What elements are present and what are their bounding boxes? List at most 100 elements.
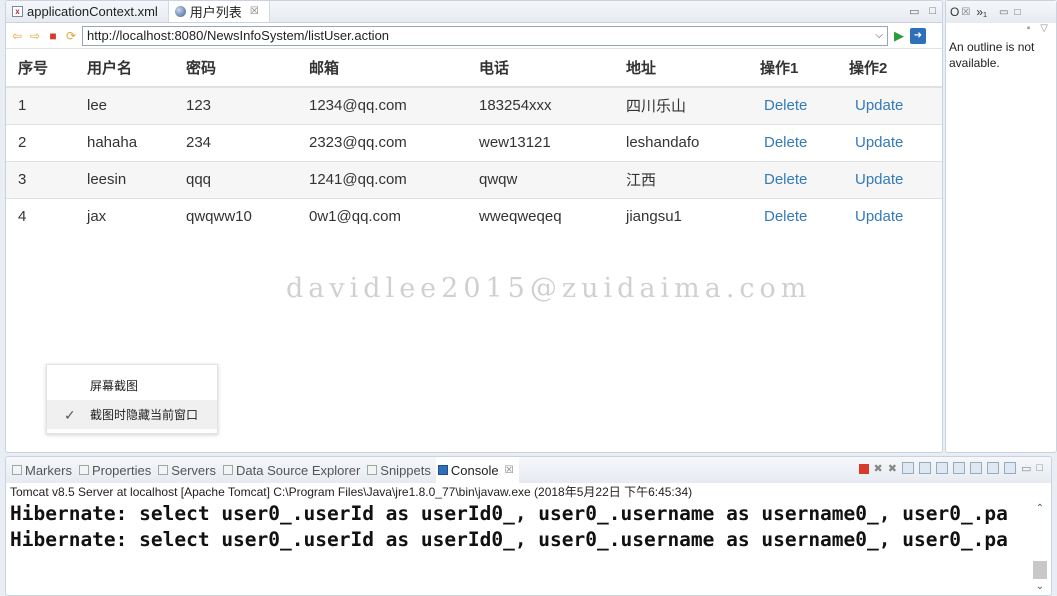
header-op1: 操作1 [748,49,837,88]
cell-username: lee [75,86,174,124]
external-browser-icon[interactable]: ➜ [910,27,926,44]
close-icon[interactable]: ☒ [250,6,259,17]
minimize-icon[interactable]: ▭ [909,5,919,18]
globe-icon [174,6,186,17]
editor-tabbar: x applicationContext.xml 用户列表 ☒ ▭ □ [6,1,942,23]
context-menu: 屏幕截图 ✓ 截图时隐藏当前窗口 [46,364,218,434]
tab-snippets[interactable]: Snippets [365,457,436,483]
cell-email: 1234@qq.com [297,86,467,124]
delete-link[interactable]: Delete [764,134,807,151]
console-tabbar: Markers Properties Servers Data Source E… [6,457,1051,483]
open-console-icon[interactable] [1003,462,1016,474]
outline-message: An outline is not available. [949,40,1035,70]
refresh-icon[interactable]: ⟳ [64,29,78,43]
tab-label: Data Source Explorer [236,462,361,478]
eclipse-window: x applicationContext.xml 用户列表 ☒ ▭ □ ⇦ ⇨ … [0,0,1057,596]
header-password: 密码 [174,49,297,88]
forward-icon[interactable]: ⇨ [28,29,42,43]
tab-user-list[interactable]: 用户列表 ☒ [168,1,270,22]
show-stdout-icon[interactable] [935,462,948,474]
pin-console-icon[interactable] [969,462,982,474]
maximize-icon[interactable]: □ [1015,7,1021,18]
chevron-down-icon[interactable]: ⌄ [1033,581,1047,592]
tab-outline[interactable]: O ☒ [950,5,970,19]
view-menu-icon[interactable]: ▽ [1040,23,1048,39]
show-stderr-icon[interactable] [952,462,965,474]
menu-item-label: 截图时隐藏当前窗口 [90,408,199,422]
update-link[interactable]: Update [855,134,903,151]
cell-op1: Delete [748,197,837,235]
tab-label: Properties [91,462,152,478]
back-icon[interactable]: ⇦ [10,29,24,43]
maximize-icon[interactable]: □ [929,5,936,18]
update-link[interactable]: Update [855,171,903,188]
console-line: Hibernate: select user0_.userId as userI… [10,502,1008,525]
update-link[interactable]: Update [855,97,903,114]
cell-op2: Update [837,160,942,198]
word-wrap-icon[interactable] [918,462,931,474]
tab-markers[interactable]: Markers [10,457,77,483]
cell-phone: wew13121 [467,123,614,161]
markers-icon [12,465,22,475]
cell-password: 234 [174,123,297,161]
tab-label: 用户列表 [189,5,242,20]
cell-op1: Delete [748,160,837,198]
url-input[interactable]: http://localhost:8080/NewsInfoSystem/lis… [82,25,888,46]
cell-username: jax [75,197,174,235]
scroll-lock-icon[interactable] [901,462,914,474]
tab-label: Servers [171,462,216,478]
outline-view: O ☒ »₁ ▭ □ ▪ ▽ An outline is not availab… [945,0,1057,453]
cell-phone: 183254xxx [467,86,614,124]
minimize-icon[interactable]: ▭ [999,7,1008,18]
header-id: 序号 [6,49,75,88]
header-email: 邮箱 [297,49,467,88]
watermark: davidlee2015@zuidaima.com [286,273,812,304]
properties-icon [78,465,89,475]
cell-op2: Update [837,197,942,235]
delete-link[interactable]: Delete [764,171,807,188]
cell-id: 4 [6,197,75,235]
maximize-icon[interactable]: □ [1036,462,1043,475]
table-row: 1 lee 123 1234@qq.com 183254xxx 四川乐山 Del… [6,86,942,124]
console-toolbar: ✖ ✖ ▭ □ [858,462,1043,475]
cell-email: 2323@qq.com [297,123,467,161]
minimize-icon[interactable]: ▭ [1021,462,1031,475]
scrollbar-thumb[interactable] [1033,561,1047,579]
tab-label: Snippets [380,462,431,478]
check-icon: ✓ [64,407,76,423]
menu-item-hide-window[interactable]: ✓ 截图时隐藏当前窗口 [47,400,217,429]
tab-data-source-explorer[interactable]: Data Source Explorer [221,457,365,483]
cell-id: 3 [6,160,75,198]
editor-window-controls: ▭ □ [909,5,936,18]
chevron-down-icon[interactable]: ⌵ [875,30,883,41]
tab-application-context[interactable]: x applicationContext.xml [6,1,169,22]
remove-all-icon[interactable]: ✖ [888,462,897,475]
stop-icon[interactable]: ■ [46,29,60,43]
cell-username: hahaha [75,123,174,161]
close-icon[interactable]: ☒ [505,465,514,476]
cell-password: qqq [174,160,297,198]
xml-file-icon: x [12,6,23,17]
header-op2: 操作2 [837,49,942,88]
tab-console[interactable]: Console ☒ [435,457,519,483]
tab-servers[interactable]: Servers [156,457,221,483]
tab-properties[interactable]: Properties [77,457,156,483]
outline-action-icon[interactable]: ▪ [1027,23,1031,39]
url-text: http://localhost:8080/NewsInfoSystem/lis… [87,28,390,43]
remove-launch-icon[interactable]: ✖ [874,462,883,475]
delete-link[interactable]: Delete [764,97,807,114]
terminate-icon[interactable] [858,464,869,474]
user-table: 序号 用户名 密码 邮箱 电话 地址 操作1 操作2 1 lee 123 123… [6,49,942,235]
display-console-icon[interactable] [986,462,999,474]
close-icon[interactable]: ☒ [961,7,970,18]
cell-phone: qwqw [467,160,614,198]
chevron-up-icon[interactable]: ⌃ [1033,503,1047,515]
cell-op1: Delete [748,123,837,161]
go-icon[interactable]: ▶ [892,28,906,43]
update-link[interactable]: Update [855,208,903,225]
header-username: 用户名 [75,49,174,88]
overflow-tabs[interactable]: »₁ [976,5,987,19]
console-scrollbar[interactable]: ⌃ ⌄ [1033,503,1047,595]
menu-item-screenshot[interactable]: 屏幕截图 [47,371,217,400]
delete-link[interactable]: Delete [764,208,807,225]
